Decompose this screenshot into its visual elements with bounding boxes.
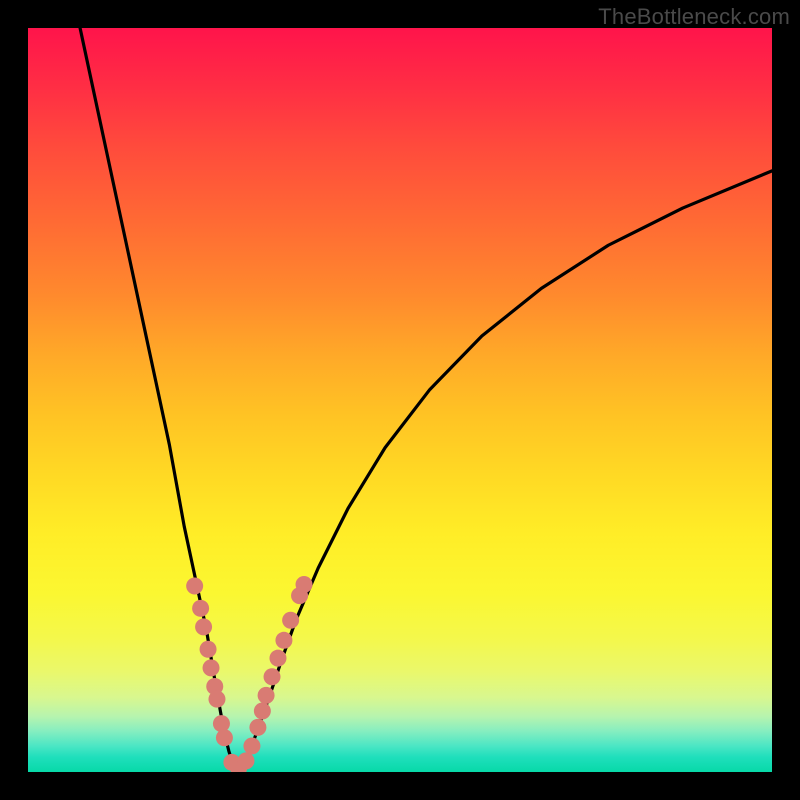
data-marker (258, 687, 275, 704)
data-marker (208, 691, 225, 708)
data-marker (269, 650, 286, 667)
data-marker (195, 618, 212, 635)
data-marker (249, 719, 266, 736)
data-marker (213, 715, 230, 732)
data-marker (186, 578, 203, 595)
data-marker (275, 632, 292, 649)
data-marker (282, 612, 299, 629)
data-marker (237, 752, 254, 769)
outer-frame: TheBottleneck.com (0, 0, 800, 800)
data-marker (296, 576, 313, 593)
data-marker (203, 659, 220, 676)
watermark-text: TheBottleneck.com (598, 4, 790, 30)
bottleneck-curve-path (80, 28, 772, 769)
bottleneck-chart (28, 28, 772, 772)
data-marker (200, 641, 217, 658)
data-marker (243, 737, 260, 754)
data-marker (192, 600, 209, 617)
plot-area (28, 28, 772, 772)
data-marker (264, 668, 281, 685)
data-marker (254, 702, 271, 719)
data-marker (216, 729, 233, 746)
